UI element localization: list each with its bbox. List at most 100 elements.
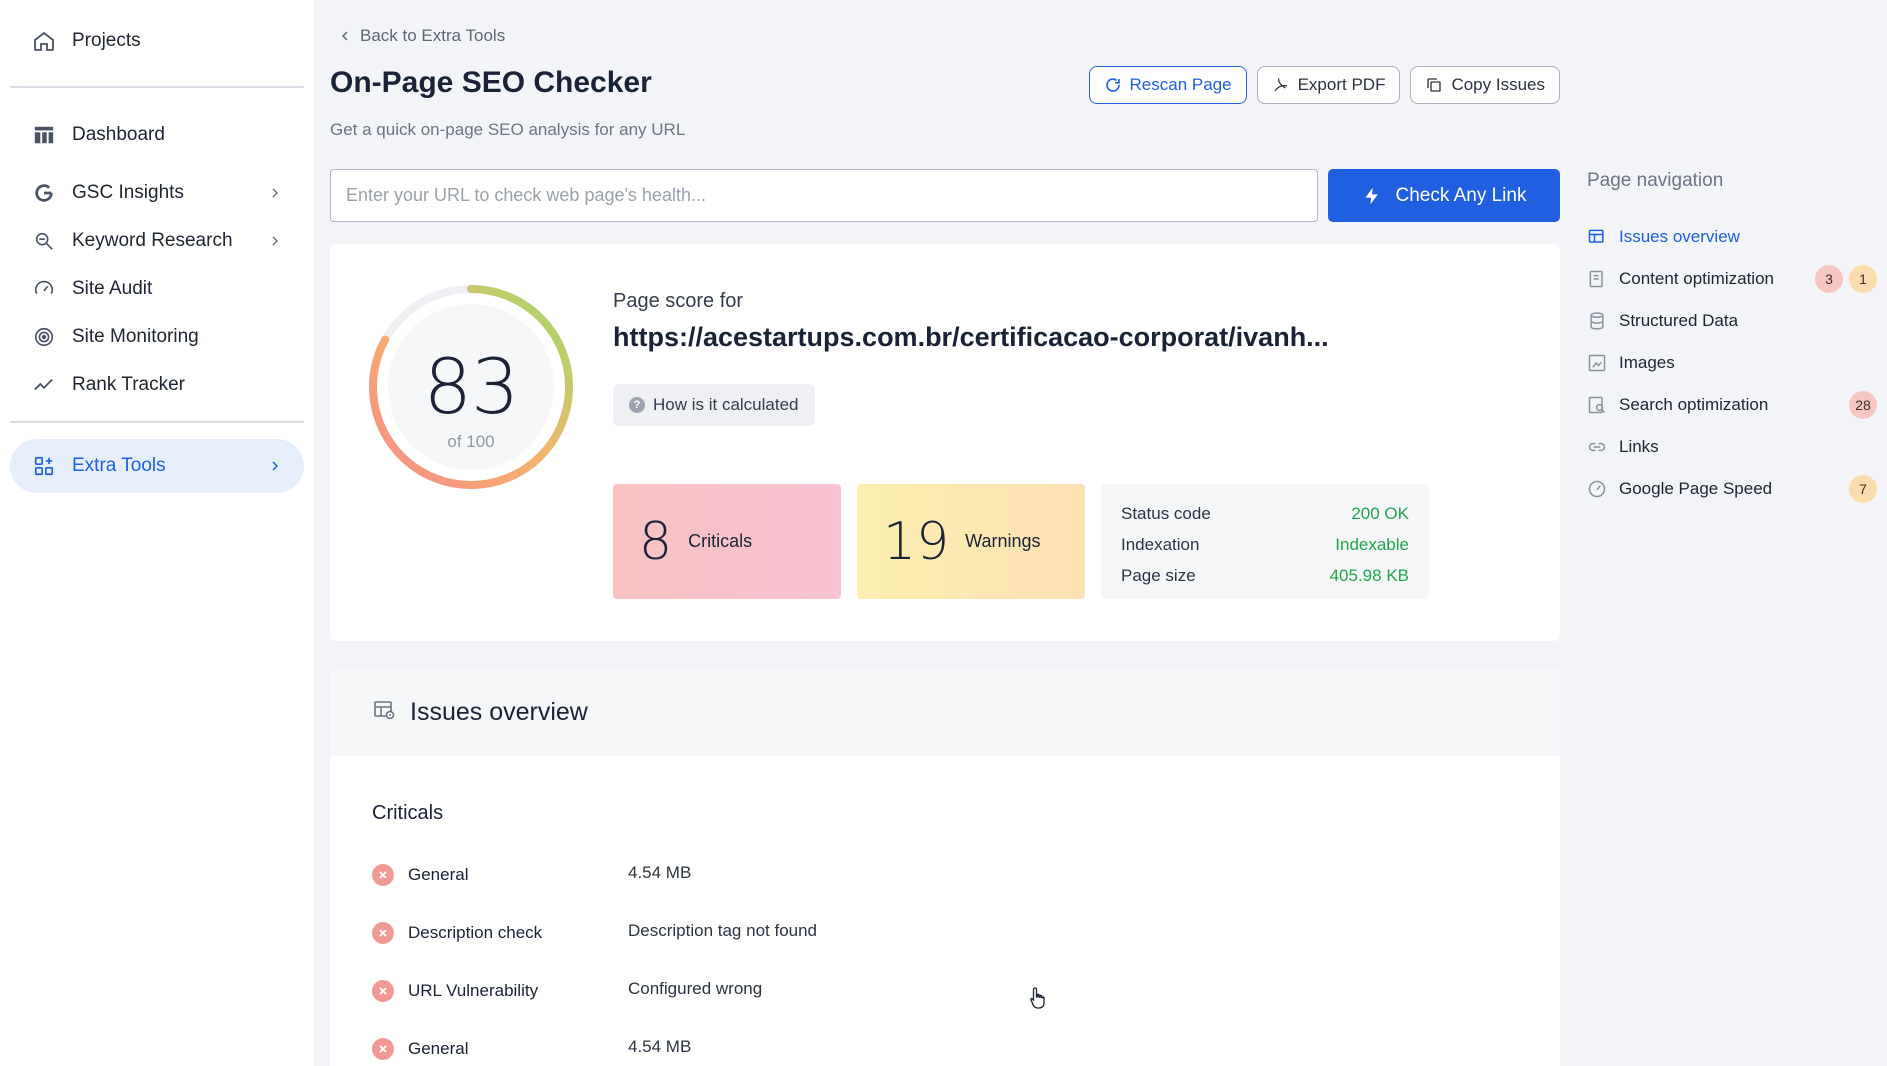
page-nav-label: Content optimization	[1619, 269, 1774, 288]
question-icon: ?	[629, 397, 645, 413]
page-nav-issues-overview[interactable]: Issues overview	[1587, 216, 1877, 258]
sidebar: Projects Dashboard GSC Insights Keyword …	[0, 0, 314, 1066]
page-title: On-Page SEO Checker	[330, 66, 652, 99]
dashboard-icon	[32, 123, 56, 147]
sidebar-item-gsc-insights[interactable]: GSC Insights	[10, 166, 304, 220]
back-link[interactable]: Back to Extra Tools	[340, 26, 505, 46]
trend-line-icon	[32, 373, 56, 397]
warnings-label: Warnings	[965, 531, 1041, 551]
criticals-label: Criticals	[688, 531, 753, 551]
check-link-button[interactable]: Check Any Link	[1328, 169, 1560, 222]
page-nav-images[interactable]: Images	[1587, 342, 1877, 384]
back-link-label: Back to Extra Tools	[360, 26, 506, 45]
pdf-icon	[1274, 78, 1287, 92]
issues-header: Issues overview	[330, 668, 1560, 756]
check-link-button-label: Check Any Link	[1395, 184, 1527, 206]
export-pdf-button[interactable]: Export PDF	[1256, 66, 1401, 104]
chevron-right-icon	[268, 234, 282, 248]
score-label: Page score for	[613, 290, 744, 312]
sidebar-item-label: Dashboard	[72, 124, 165, 145]
sidebar-item-rank-tracker[interactable]: Rank Tracker	[10, 358, 304, 412]
status-key: Status code	[1121, 503, 1211, 523]
copy-issues-button[interactable]: Copy Issues	[1410, 66, 1560, 104]
error-icon	[372, 864, 394, 886]
sidebar-item-label: GSC Insights	[72, 182, 184, 203]
sidebar-item-label: Projects	[72, 30, 141, 51]
issue-name: URL Vulnerability	[408, 981, 539, 1000]
issue-row[interactable]: Description check Description tag not fo…	[372, 918, 1072, 948]
warnings-tile: 19 Warnings	[857, 484, 1085, 599]
sidebar-item-projects[interactable]: Projects	[10, 14, 304, 68]
page-nav-label: Issues overview	[1619, 227, 1740, 246]
export-pdf-button-label: Export PDF	[1297, 75, 1386, 94]
page-navigation-title: Page navigation	[1587, 170, 1724, 191]
issue-name: General	[408, 865, 469, 884]
page-nav-label: Images	[1619, 353, 1675, 372]
url-input[interactable]	[330, 169, 1318, 222]
sidebar-item-label: Extra Tools	[72, 455, 166, 476]
copy-issues-button-label: Copy Issues	[1451, 75, 1545, 94]
issue-row[interactable]: URL Vulnerability Configured wrong	[372, 976, 1072, 1006]
sidebar-item-site-audit[interactable]: Site Audit	[10, 262, 304, 316]
error-icon	[372, 922, 394, 944]
issues-card: Issues overview Criticals General 4.54 M…	[330, 668, 1560, 1066]
sidebar-item-extra-tools[interactable]: Extra Tools	[10, 439, 304, 493]
warning-badge: 1	[1849, 265, 1877, 293]
page-nav-label: Structured Data	[1619, 311, 1739, 330]
status-value: 405.98 KB	[1329, 565, 1409, 585]
rescan-button[interactable]: Rescan Page	[1088, 66, 1247, 104]
issue-value: Configured wrong	[628, 979, 763, 998]
criticals-heading: Criticals	[372, 802, 444, 824]
issue-name: General	[408, 1039, 469, 1058]
page-nav-google-page-speed[interactable]: Google Page Speed 7	[1587, 468, 1877, 510]
header-actions: Rescan Page Export PDF Copy Issues	[1088, 66, 1560, 104]
score-max: of 100	[447, 432, 495, 451]
issue-value: 4.54 MB	[628, 1037, 692, 1056]
google-icon	[32, 181, 56, 205]
sidebar-item-site-monitoring[interactable]: Site Monitoring	[10, 310, 304, 364]
status-row: Status code 200 OK	[1121, 498, 1409, 529]
status-row: Page size 405.98 KB	[1121, 560, 1409, 591]
issue-value: 4.54 MB	[628, 863, 692, 882]
chevron-left-icon	[340, 26, 350, 46]
page-nav-content-optimization[interactable]: Content optimization 3 1	[1587, 258, 1877, 300]
chevron-right-icon	[268, 186, 282, 200]
database-icon	[1587, 311, 1607, 331]
warnings-count: 19	[883, 511, 950, 572]
content-icon	[1587, 269, 1607, 289]
main-content: Back to Extra Tools On-Page SEO Checker …	[330, 0, 1560, 1066]
sidebar-item-keyword-research[interactable]: Keyword Research	[10, 214, 304, 268]
link-icon	[1587, 437, 1607, 457]
sidebar-divider	[10, 86, 304, 88]
critical-badge: 3	[1815, 265, 1843, 293]
copy-icon	[1427, 78, 1442, 92]
keyword-search-icon	[32, 229, 56, 253]
score-value: 83	[423, 342, 520, 431]
issue-row[interactable]: General 4.54 MB	[372, 860, 1072, 890]
sidebar-item-label: Rank Tracker	[72, 374, 185, 395]
issues-overview-icon	[372, 698, 396, 727]
gauge-icon	[32, 277, 56, 301]
page-nav-label: Google Page Speed	[1619, 479, 1773, 498]
status-box: Status code 200 OK Indexation Indexable …	[1101, 484, 1429, 599]
grid-plus-icon	[32, 454, 56, 478]
status-value: Indexable	[1335, 534, 1409, 554]
page-subtitle: Get a quick on-page SEO analysis for any…	[330, 120, 686, 139]
how-calculated-button[interactable]: ? How is it calculated	[613, 384, 815, 426]
issue-row[interactable]: General 4.54 MB	[372, 1034, 1072, 1064]
page-nav-links[interactable]: Links	[1587, 426, 1877, 468]
status-key: Page size	[1121, 565, 1196, 585]
page-nav-label: Search optimization	[1619, 395, 1769, 414]
page-nav-structured-data[interactable]: Structured Data	[1587, 300, 1877, 342]
scored-url: https://acestartups.com.br/certificacao-…	[613, 322, 1329, 352]
status-row: Indexation Indexable	[1121, 529, 1409, 560]
chevron-right-icon	[268, 459, 282, 473]
speed-gauge-icon	[1587, 479, 1607, 499]
sidebar-item-dashboard[interactable]: Dashboard	[10, 108, 304, 162]
criticals-tile: 8 Criticals	[613, 484, 841, 599]
lightning-icon	[1364, 187, 1378, 204]
page-navigation: Page navigation Issues overview Content …	[1587, 170, 1877, 510]
critical-badge: 28	[1849, 391, 1877, 419]
page-nav-search-optimization[interactable]: Search optimization 28	[1587, 384, 1877, 426]
error-icon	[372, 980, 394, 1002]
